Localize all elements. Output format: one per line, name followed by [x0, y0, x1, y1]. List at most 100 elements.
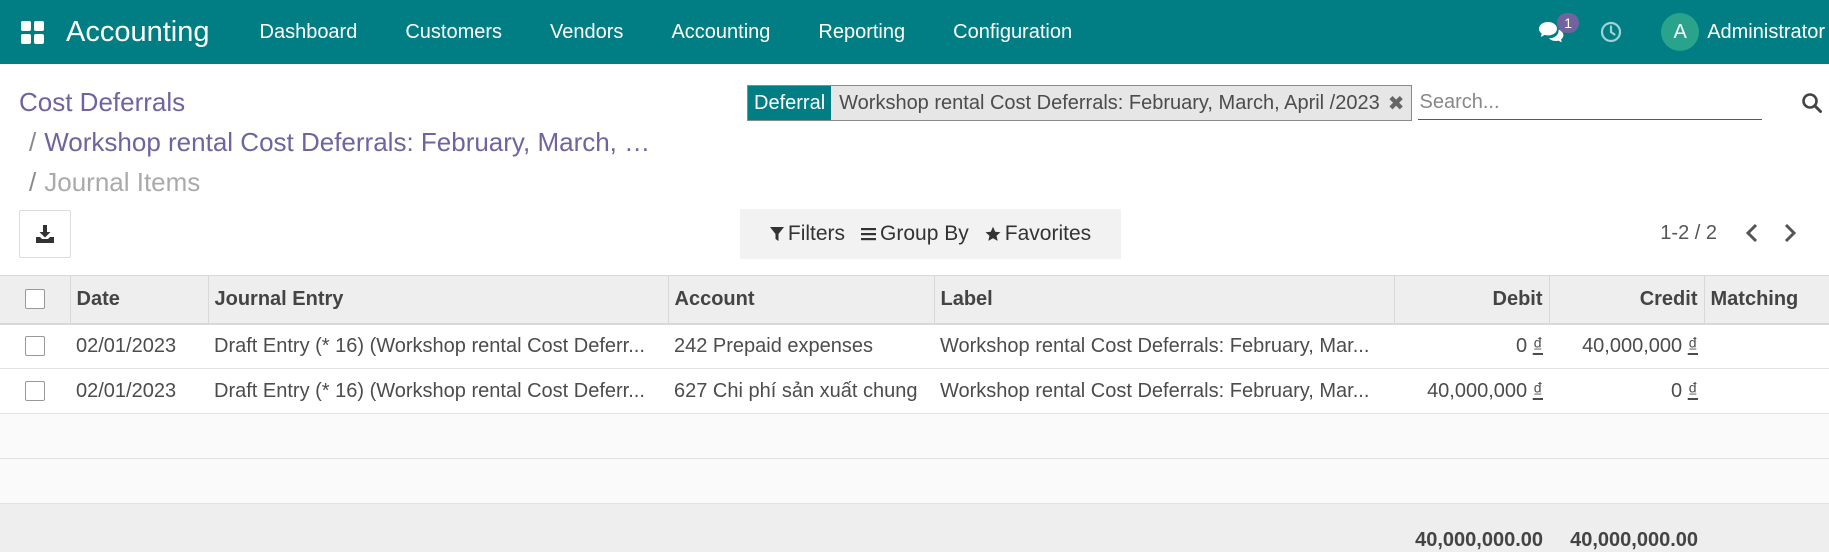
messaging-button[interactable]: 1	[1521, 0, 1581, 64]
top-navbar: Accounting Dashboard Customers Vendors A…	[0, 0, 1829, 64]
cell-debit[interactable]: 40,000,000 ₫	[1394, 368, 1549, 414]
column-credit[interactable]: Credit	[1548, 275, 1704, 325]
facet-value: Workshop rental Cost Deferrals: February…	[839, 91, 1380, 114]
group-by-label: Group By	[880, 222, 969, 245]
breadcrumb-middle[interactable]: Workshop rental Cost Deferrals: February…	[44, 127, 650, 157]
cell-credit[interactable]: 40,000,000 ₫	[1549, 323, 1704, 369]
totals-row: 40,000,000.00 40,000,000.00	[0, 503, 1829, 552]
facet-remove-icon[interactable]: ✖	[1386, 86, 1411, 120]
export-button[interactable]	[19, 210, 71, 258]
empty-cell	[0, 413, 1829, 459]
menu-dashboard[interactable]: Dashboard	[236, 0, 382, 64]
menu-vendors[interactable]: Vendors	[526, 0, 647, 64]
column-label[interactable]: Label	[933, 275, 1394, 325]
menu-customers[interactable]: Customers	[381, 0, 526, 64]
table-header: Date Journal Entry Account Label Debit C…	[0, 275, 1829, 325]
bars-icon	[861, 228, 877, 241]
totals-cell	[0, 503, 70, 552]
clock-icon	[1601, 21, 1622, 43]
pager-next-button[interactable]	[1771, 215, 1809, 251]
cell-label[interactable]: Workshop rental Cost Deferrals: February…	[934, 323, 1394, 369]
pager-value[interactable]: 1-2 / 2	[1660, 222, 1717, 245]
avatar: A	[1661, 13, 1700, 51]
breadcrumb-root[interactable]: Cost Deferrals	[19, 82, 650, 122]
currency-symbol: ₫	[1687, 334, 1698, 357]
select-all-cell	[0, 275, 70, 325]
currency-symbol: ₫	[1687, 379, 1698, 402]
chevron-right-icon	[1784, 223, 1797, 243]
cell-journal-entry[interactable]: Draft Entry (* 16) (Workshop rental Cost…	[208, 368, 668, 414]
breadcrumb-item-current: / Journal Items	[19, 162, 650, 202]
cell-matching[interactable]	[1704, 368, 1829, 414]
row-select-cell	[0, 368, 70, 414]
cell-date[interactable]: 02/01/2023	[70, 368, 208, 414]
cell-account[interactable]: 242 Prepaid expenses	[668, 323, 934, 369]
search-icon	[1802, 93, 1822, 113]
activity-button[interactable]	[1581, 0, 1641, 64]
app-title[interactable]: Accounting	[66, 16, 210, 49]
search-panel: Deferral Workshop rental Cost Deferrals:…	[747, 84, 1829, 122]
credit-value: 40,000,000	[1582, 334, 1683, 357]
totals-cell	[668, 503, 934, 552]
currency-symbol: ₫	[1532, 334, 1543, 357]
column-journal-entry[interactable]: Journal Entry	[207, 275, 668, 325]
search-facet: Deferral Workshop rental Cost Deferrals:…	[747, 85, 1412, 121]
menu-configuration[interactable]: Configuration	[929, 0, 1096, 64]
menu-reporting[interactable]: Reporting	[794, 0, 929, 64]
row-checkbox[interactable]	[25, 381, 45, 402]
cell-matching[interactable]	[1704, 323, 1829, 369]
search-options-bar: Filters Group By Favorites	[740, 209, 1121, 259]
total-credit: 40,000,000.00	[1549, 503, 1704, 552]
row-checkbox[interactable]	[25, 336, 45, 357]
user-name: Administrator	[1707, 20, 1825, 43]
total-debit: 40,000,000.00	[1394, 503, 1549, 552]
menu-accounting[interactable]: Accounting	[647, 0, 794, 64]
cell-debit[interactable]: 0 ₫	[1394, 323, 1549, 369]
empty-row	[0, 413, 1829, 459]
debit-value: 0	[1516, 334, 1528, 357]
empty-cell	[0, 458, 1829, 504]
column-debit[interactable]: Debit	[1393, 275, 1549, 325]
filters-label: Filters	[787, 222, 846, 245]
search-input[interactable]	[1417, 86, 1762, 120]
column-matching[interactable]: Matching	[1703, 275, 1829, 325]
cell-credit[interactable]: 0 ₫	[1549, 368, 1704, 414]
filters-toggle[interactable]: Filters	[762, 222, 853, 246]
breadcrumb-current: Journal Items	[44, 167, 201, 197]
filter-icon	[769, 227, 784, 241]
select-all-checkbox[interactable]	[24, 289, 45, 310]
cell-label[interactable]: Workshop rental Cost Deferrals: February…	[934, 368, 1394, 414]
chevron-left-icon	[1745, 223, 1758, 243]
pager: 1-2 / 2	[1660, 215, 1809, 251]
breadcrumb: Cost Deferrals / Workshop rental Cost Def…	[19, 82, 650, 202]
cell-account[interactable]: 627 Chi phí sản xuất chung	[668, 368, 934, 414]
cell-journal-entry[interactable]: Draft Entry (* 16) (Workshop rental Cost…	[208, 323, 668, 369]
main-menu: Dashboard Customers Vendors Accounting R…	[236, 0, 1097, 64]
journal-items-table: Date Journal Entry Account Label Debit C…	[0, 275, 1829, 552]
totals-cell	[70, 503, 208, 552]
favorites-toggle[interactable]: Favorites	[977, 222, 1099, 246]
totals-cell	[1704, 503, 1829, 552]
download-icon	[36, 225, 54, 243]
currency-symbol: ₫	[1532, 379, 1543, 402]
breadcrumb-separator: /	[29, 167, 37, 197]
table-row[interactable]: 02/01/2023 Draft Entry (* 16) (Workshop …	[0, 323, 1829, 369]
credit-value: 0	[1671, 379, 1683, 402]
totals-cell	[934, 503, 1394, 552]
empty-row	[0, 458, 1829, 504]
column-date[interactable]: Date	[69, 275, 208, 325]
navbar-systray: 1 A Administrator	[1521, 0, 1829, 64]
cell-date[interactable]: 02/01/2023	[70, 323, 208, 369]
star-icon	[985, 226, 1001, 241]
table-row[interactable]: 02/01/2023 Draft Entry (* 16) (Workshop …	[0, 368, 1829, 414]
favorites-label: Favorites	[1004, 222, 1092, 245]
totals-cell	[208, 503, 668, 552]
debit-value: 40,000,000	[1427, 379, 1528, 402]
user-menu[interactable]: A Administrator	[1641, 0, 1829, 64]
messaging-badge: 1	[1557, 13, 1579, 33]
group-by-toggle[interactable]: Group By	[853, 222, 977, 246]
apps-menu-icon[interactable]	[0, 0, 64, 64]
column-account[interactable]: Account	[667, 275, 934, 325]
search-button[interactable]	[1795, 86, 1829, 120]
pager-previous-button[interactable]	[1733, 215, 1771, 251]
